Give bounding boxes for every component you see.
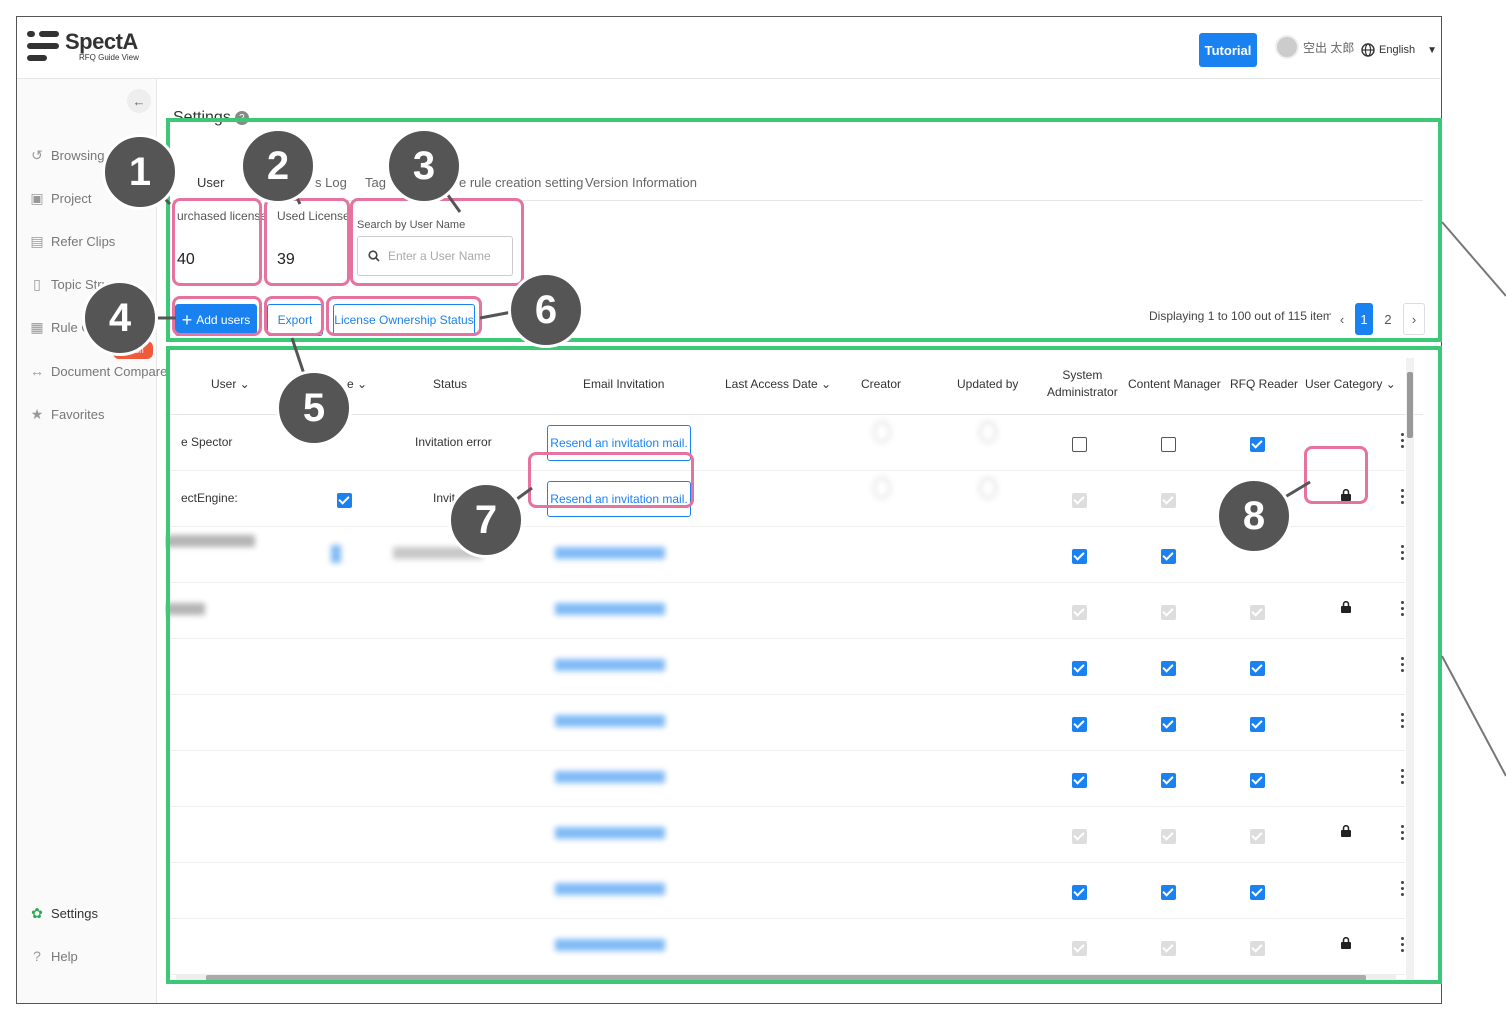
sidebar-item-settings[interactable]: ✿ Settings xyxy=(29,905,98,921)
collapse-sidebar-button[interactable]: ← xyxy=(127,89,151,113)
compare-icon: ↔ xyxy=(30,363,44,379)
sidebar-item-project[interactable]: ▣ Project xyxy=(29,190,91,206)
history-icon: ↺ xyxy=(31,146,43,163)
arrow-left-icon: ← xyxy=(132,93,146,109)
highlight-lock xyxy=(1304,446,1368,504)
rule-icon: ▦ xyxy=(30,318,44,335)
highlight-resend xyxy=(528,452,694,508)
sidebar-item-help[interactable]: ? Help xyxy=(29,948,78,964)
language-label: English xyxy=(1379,44,1416,56)
callout-marker: 7 xyxy=(448,482,524,558)
chevron-down-icon: ▼ xyxy=(1427,44,1437,56)
callout-marker: 2 xyxy=(240,128,316,204)
highlight-license-status xyxy=(326,296,482,336)
user-name: 空出 太郎 xyxy=(1303,40,1355,55)
app-logo[interactable]: SpectA RFQ Guide View xyxy=(27,29,139,63)
star-icon: ★ xyxy=(30,405,44,422)
sidebar-item-document-compare[interactable]: ↔ Document Compare xyxy=(29,363,167,379)
briefcase-icon: ▣ xyxy=(30,189,44,206)
highlight-user-table xyxy=(166,346,1442,984)
logo-icon xyxy=(27,29,59,63)
avatar xyxy=(1275,35,1299,59)
document-icon: ▯ xyxy=(33,275,41,292)
language-selector[interactable]: English ▼ xyxy=(1361,43,1437,57)
globe-icon xyxy=(1361,43,1375,57)
app-subtitle: RFQ Guide View xyxy=(79,52,139,62)
clipboard-icon: ▤ xyxy=(30,232,44,249)
highlight-search xyxy=(350,198,524,286)
highlight-purchased-license xyxy=(172,198,262,286)
callout-marker: 6 xyxy=(508,272,584,348)
highlight-export xyxy=(264,296,324,336)
top-bar: SpectA RFQ Guide View Tutorial 空出 太郎 Eng… xyxy=(17,17,1441,79)
sidebar-item-favorites[interactable]: ★ Favorites xyxy=(29,405,105,422)
sidebar-item-refer-clips[interactable]: ▤ Refer Clips xyxy=(29,233,115,249)
callout-marker: 5 xyxy=(276,370,352,446)
app-name: SpectA xyxy=(65,28,138,54)
callout-marker: 4 xyxy=(82,280,158,356)
callout-marker: 3 xyxy=(386,128,462,204)
callout-marker: 8 xyxy=(1216,478,1292,554)
help-icon: ? xyxy=(33,948,41,964)
callout-marker: 1 xyxy=(102,134,178,210)
highlight-used-license xyxy=(264,198,350,286)
sidebar: ← ↺ Browsing H ▣ Project ▤ Refer Clips ▯ Top… xyxy=(17,79,167,1003)
highlight-add-users xyxy=(172,296,262,336)
gear-icon: ✿ xyxy=(31,904,43,921)
user-menu[interactable]: 空出 太郎 xyxy=(1275,35,1354,59)
tutorial-button[interactable]: Tutorial xyxy=(1199,33,1257,67)
